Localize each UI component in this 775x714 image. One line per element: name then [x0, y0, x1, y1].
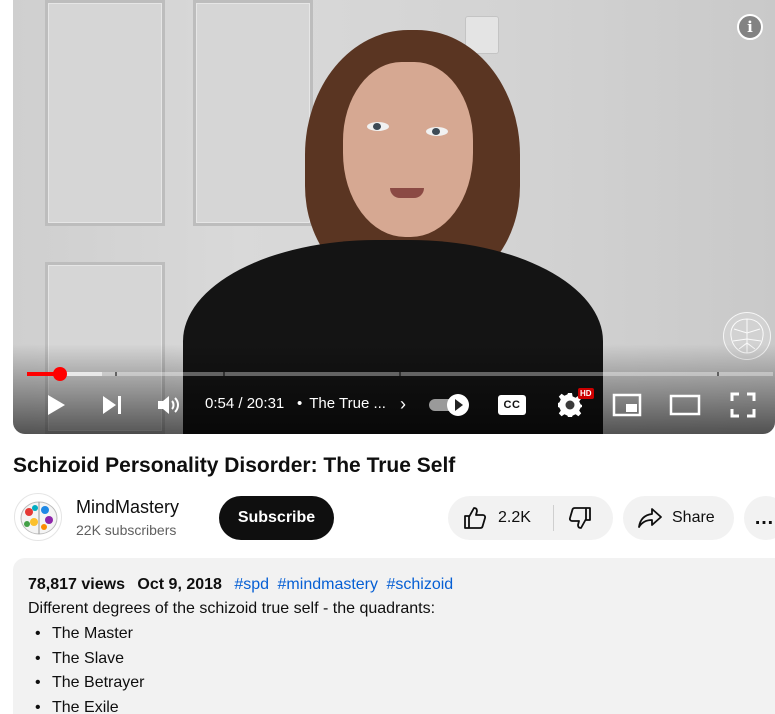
- like-button[interactable]: 2.2K: [448, 496, 531, 540]
- info-icon[interactable]: i: [737, 14, 763, 40]
- brain-logo-icon: [20, 501, 58, 535]
- share-label: Share: [672, 509, 715, 526]
- share-icon: [638, 508, 662, 528]
- chapter-button[interactable]: • The True ... ›: [297, 394, 406, 414]
- mouth: [390, 188, 424, 198]
- eye: [426, 127, 448, 136]
- miniplayer-button[interactable]: [611, 388, 643, 422]
- scrubber-handle[interactable]: [52, 367, 67, 381]
- captions-button[interactable]: CC: [497, 388, 527, 422]
- next-button[interactable]: [97, 388, 127, 422]
- captions-icon: CC: [498, 395, 526, 415]
- hashtag-link[interactable]: #mindmastery: [278, 576, 378, 593]
- theater-mode-icon: [669, 394, 701, 416]
- controls-gradient: [13, 344, 775, 434]
- play-button[interactable]: [41, 388, 71, 422]
- time-separator: /: [238, 395, 243, 412]
- chapter-divider: [115, 372, 117, 376]
- like-count: 2.2K: [498, 509, 531, 526]
- time-display: 0:54 / 20:31: [205, 394, 284, 414]
- chapter-dot: •: [297, 395, 303, 412]
- autoplay-toggle-icon: [447, 394, 469, 416]
- chapter-title: The True ...: [309, 395, 386, 412]
- list-item: The Exile: [28, 696, 773, 714]
- chapter-divider: [223, 372, 225, 376]
- chapter-divider: [399, 372, 401, 376]
- fullscreen-icon: [730, 392, 756, 418]
- hashtag-link[interactable]: #schizoid: [386, 576, 453, 593]
- dislike-button[interactable]: [554, 496, 593, 540]
- volume-button[interactable]: [153, 388, 185, 422]
- chapter-divider: [717, 372, 719, 376]
- description-box[interactable]: 78,817 views Oct 9, 2018 #spd #mindmaste…: [13, 558, 775, 714]
- thumbs-down-icon: [568, 507, 591, 529]
- progress-bar[interactable]: [27, 367, 773, 381]
- list-item: The Betrayer: [28, 671, 773, 696]
- video-player[interactable]: i 0:54 / 20:31 • The True ... › CC HD: [13, 0, 775, 434]
- like-dislike-group: 2.2K: [448, 496, 613, 540]
- door-panel: [193, 0, 313, 226]
- chevron-right-icon: ›: [399, 394, 406, 414]
- fullscreen-button[interactable]: [727, 388, 759, 422]
- channel-avatar[interactable]: [14, 493, 62, 541]
- play-icon: [48, 395, 65, 415]
- current-time: 0:54: [205, 395, 235, 412]
- more-actions-button[interactable]: …: [744, 496, 775, 540]
- video-title: Schizoid Personality Disorder: The True …: [13, 454, 456, 477]
- subscribe-button[interactable]: Subscribe: [219, 496, 334, 540]
- door-panel: [45, 0, 165, 226]
- theater-mode-button[interactable]: [669, 388, 701, 422]
- list-item: The Master: [28, 622, 773, 647]
- description-text: Different degrees of the schizoid true s…: [28, 600, 436, 617]
- channel-name[interactable]: MindMastery: [76, 496, 179, 518]
- more-icon: …: [754, 506, 775, 529]
- hd-badge: HD: [578, 388, 594, 399]
- subscriber-count: 22K subscribers: [76, 522, 177, 538]
- quadrant-list: The Master The Slave The Betrayer The Ex…: [28, 622, 773, 714]
- autoplay-toggle[interactable]: [429, 394, 471, 416]
- upload-date: Oct 9, 2018: [137, 576, 222, 593]
- miniplayer-icon: [612, 393, 642, 417]
- description-meta: 78,817 views Oct 9, 2018 #spd #mindmaste…: [28, 574, 773, 596]
- hashtag-link[interactable]: #spd: [234, 576, 269, 593]
- volume-icon: [158, 396, 179, 414]
- person-face: [343, 62, 473, 237]
- next-icon: [103, 396, 121, 414]
- list-item: The Slave: [28, 647, 773, 672]
- share-button[interactable]: Share: [623, 496, 734, 540]
- eye: [367, 122, 389, 131]
- view-count: 78,817 views: [28, 576, 125, 593]
- thumbs-up-icon: [464, 507, 487, 529]
- duration: 20:31: [246, 395, 285, 412]
